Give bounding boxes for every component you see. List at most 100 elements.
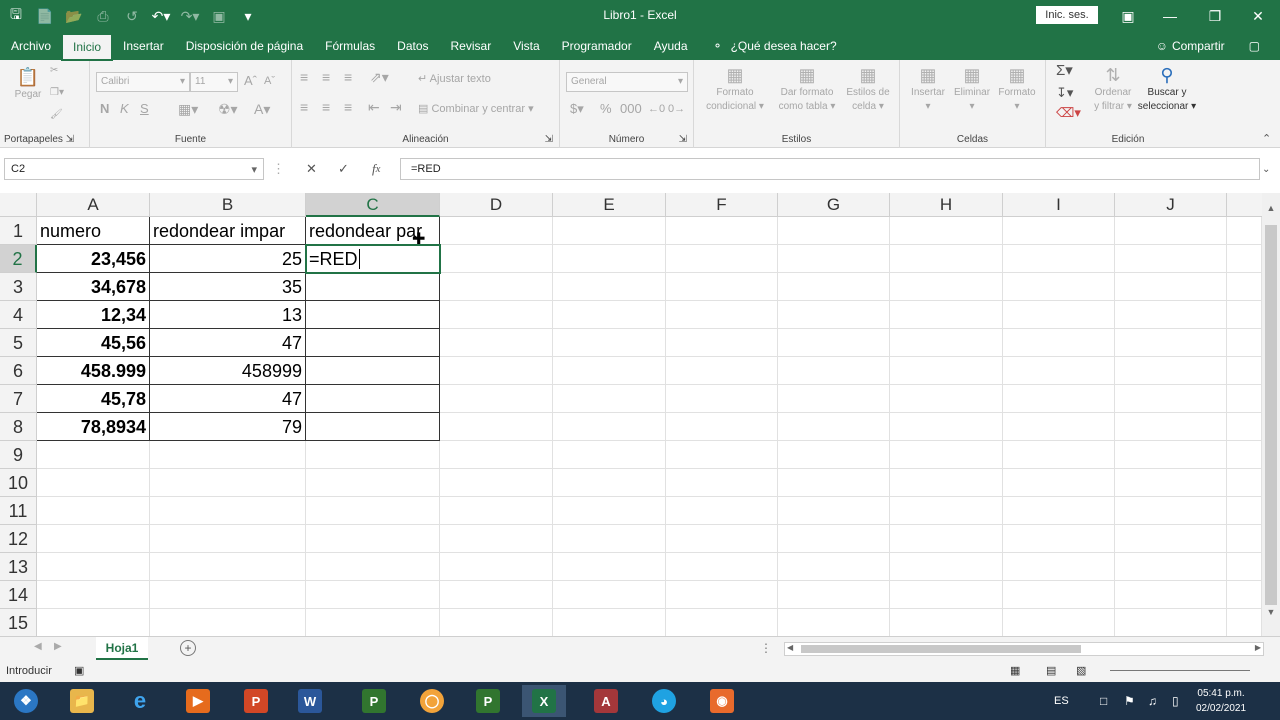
battery-icon[interactable]: ▯: [1172, 682, 1179, 720]
cell-b5[interactable]: 47: [150, 329, 306, 357]
tab-vista[interactable]: Vista: [502, 32, 550, 60]
cell-b7[interactable]: 47: [150, 385, 306, 413]
screenshot-icon[interactable]: ▣: [206, 3, 232, 29]
horizontal-scrollbar[interactable]: ◀ ▶: [784, 642, 1264, 656]
media-player-taskbar-icon[interactable]: ▶: [176, 685, 220, 717]
chrome-like-taskbar-icon[interactable]: ◯: [410, 685, 454, 717]
language-indicator[interactable]: ES: [1054, 682, 1069, 720]
page-break-icon[interactable]: ▧: [1076, 664, 1086, 677]
open-icon[interactable]: 📂: [61, 3, 87, 29]
col-header-e[interactable]: E: [553, 193, 666, 217]
sort-filter-button[interactable]: ⇅ Ordenar y filtrar ▾: [1090, 64, 1136, 114]
customize-qat-icon[interactable]: ▾: [235, 3, 261, 29]
tab-archivo[interactable]: Archivo: [0, 32, 62, 60]
redo-icon[interactable]: ↷▾: [177, 3, 203, 29]
add-sheet-icon[interactable]: +: [180, 640, 196, 656]
ie-taskbar-icon[interactable]: e: [118, 685, 162, 717]
cell-c8[interactable]: [306, 413, 440, 441]
shrink-font-icon[interactable]: Aˇ: [264, 74, 275, 88]
row-header-3[interactable]: 3: [0, 273, 37, 301]
italic-button[interactable]: K: [120, 102, 129, 116]
clear-icon[interactable]: ⌫▾: [1056, 106, 1081, 120]
cancel-entry-icon[interactable]: ✕: [306, 158, 317, 180]
sheet-tab-hoja1[interactable]: Hoja1: [96, 637, 148, 661]
cell-c6[interactable]: [306, 357, 440, 385]
copy-icon[interactable]: ❐▾: [50, 86, 64, 100]
explorer-taskbar-icon[interactable]: 📁: [60, 685, 104, 717]
grow-font-icon[interactable]: Aˆ: [244, 74, 257, 88]
minimize-button[interactable]: —: [1150, 0, 1190, 32]
decrease-indent-icon[interactable]: ⇤: [368, 100, 380, 114]
orientation-icon[interactable]: ⇗▾: [370, 70, 389, 84]
cell-b2[interactable]: 25: [150, 245, 306, 273]
scroll-left-icon[interactable]: ◀: [787, 643, 793, 652]
row-header-6[interactable]: 6: [0, 357, 37, 385]
row-header-8[interactable]: 8: [0, 413, 37, 441]
percent-icon[interactable]: %: [600, 102, 612, 116]
zoom-slider[interactable]: [1110, 670, 1250, 671]
macro-record-icon[interactable]: ▣: [74, 664, 84, 677]
cut-icon[interactable]: ✂: [50, 64, 58, 78]
cell-b1[interactable]: redondear impar: [150, 217, 306, 245]
col-header-b[interactable]: B: [150, 193, 306, 217]
prev-sheet-icon[interactable]: ◀: [34, 641, 42, 652]
cell-styles-button[interactable]: ▦ Estilos de celda ▾: [840, 64, 896, 114]
clock[interactable]: 05:41 p.m. 02/02/2021: [1196, 686, 1246, 716]
tell-me-search[interactable]: ⚬ ¿Qué desea hacer?: [699, 32, 837, 60]
tab-revisar[interactable]: Revisar: [440, 32, 503, 60]
align-left-icon[interactable]: ≡: [300, 100, 308, 114]
tab-inicio[interactable]: Inicio: [61, 33, 114, 61]
cell-b6[interactable]: 458999: [150, 357, 306, 385]
fill-color-icon[interactable]: ☢▾: [218, 102, 238, 116]
row-header-11[interactable]: 11: [0, 497, 37, 525]
cell-a1[interactable]: numero: [37, 217, 150, 245]
sheet-splitter-icon[interactable]: ⋮: [760, 641, 772, 655]
row-header-4[interactable]: 4: [0, 301, 37, 329]
cell-b3[interactable]: 35: [150, 273, 306, 301]
col-header-k[interactable]: [1227, 193, 1262, 217]
comma-style-icon[interactable]: 000: [620, 102, 642, 116]
font-size-select[interactable]: 11 ▾: [190, 72, 238, 92]
cell-a6[interactable]: 458.999: [37, 357, 150, 385]
cell-b8[interactable]: 79: [150, 413, 306, 441]
cell-c7[interactable]: [306, 385, 440, 413]
expand-formula-bar-icon[interactable]: ⌄: [1262, 158, 1270, 180]
bold-button[interactable]: N: [100, 102, 109, 116]
insert-function-icon[interactable]: fx: [372, 158, 380, 180]
vertical-scrollbar[interactable]: ▲ ▼: [1262, 193, 1280, 636]
cell-c3[interactable]: [306, 273, 440, 301]
conditional-format-button[interactable]: ▦ Formato condicional ▾: [702, 64, 768, 114]
col-header-d[interactable]: D: [440, 193, 553, 217]
align-middle-icon[interactable]: ≡: [322, 70, 330, 84]
recorder-taskbar-icon[interactable]: ◉: [700, 685, 744, 717]
row-header-15[interactable]: 15: [0, 609, 37, 636]
tab-datos[interactable]: Datos: [386, 32, 439, 60]
format-painter-icon[interactable]: 🖌: [50, 108, 63, 122]
cell-c2[interactable]: =RED: [305, 244, 441, 274]
cell-a7[interactable]: 45,78: [37, 385, 150, 413]
number-format-select[interactable]: General ▾: [566, 72, 688, 92]
formula-input[interactable]: =RED: [400, 158, 1260, 180]
row-header-14[interactable]: 14: [0, 581, 37, 609]
tab-disposicion[interactable]: Disposición de página: [175, 32, 314, 60]
excel-taskbar-icon[interactable]: X: [522, 685, 566, 717]
comments-icon[interactable]: ▢: [1249, 39, 1260, 53]
new-file-icon[interactable]: 📄: [32, 3, 58, 29]
align-top-icon[interactable]: ≡: [300, 70, 308, 84]
scroll-right-icon[interactable]: ▶: [1255, 643, 1261, 652]
flag-icon[interactable]: ⚑: [1124, 682, 1135, 720]
decrease-decimal-icon[interactable]: 0→: [668, 102, 685, 116]
confirm-entry-icon[interactable]: ✓: [338, 158, 349, 180]
align-bottom-icon[interactable]: ≡: [344, 70, 352, 84]
font-name-select[interactable]: Calibri ▾: [96, 72, 190, 92]
page-layout-icon[interactable]: ▤: [1046, 664, 1056, 677]
cell-a2[interactable]: 23,456: [37, 245, 150, 273]
fill-icon[interactable]: ↧▾: [1056, 86, 1073, 100]
powerpoint-taskbar-icon[interactable]: P: [234, 685, 278, 717]
row-header-2[interactable]: 2: [0, 245, 37, 273]
font-color-icon[interactable]: A▾: [254, 102, 270, 116]
scroll-down-icon[interactable]: ▼: [1262, 607, 1280, 617]
align-right-icon[interactable]: ≡: [344, 100, 352, 114]
delete-cells-button[interactable]: ▦ Eliminar ▾: [950, 64, 994, 114]
wrap-text-button[interactable]: ↵ Ajustar texto: [418, 72, 491, 86]
